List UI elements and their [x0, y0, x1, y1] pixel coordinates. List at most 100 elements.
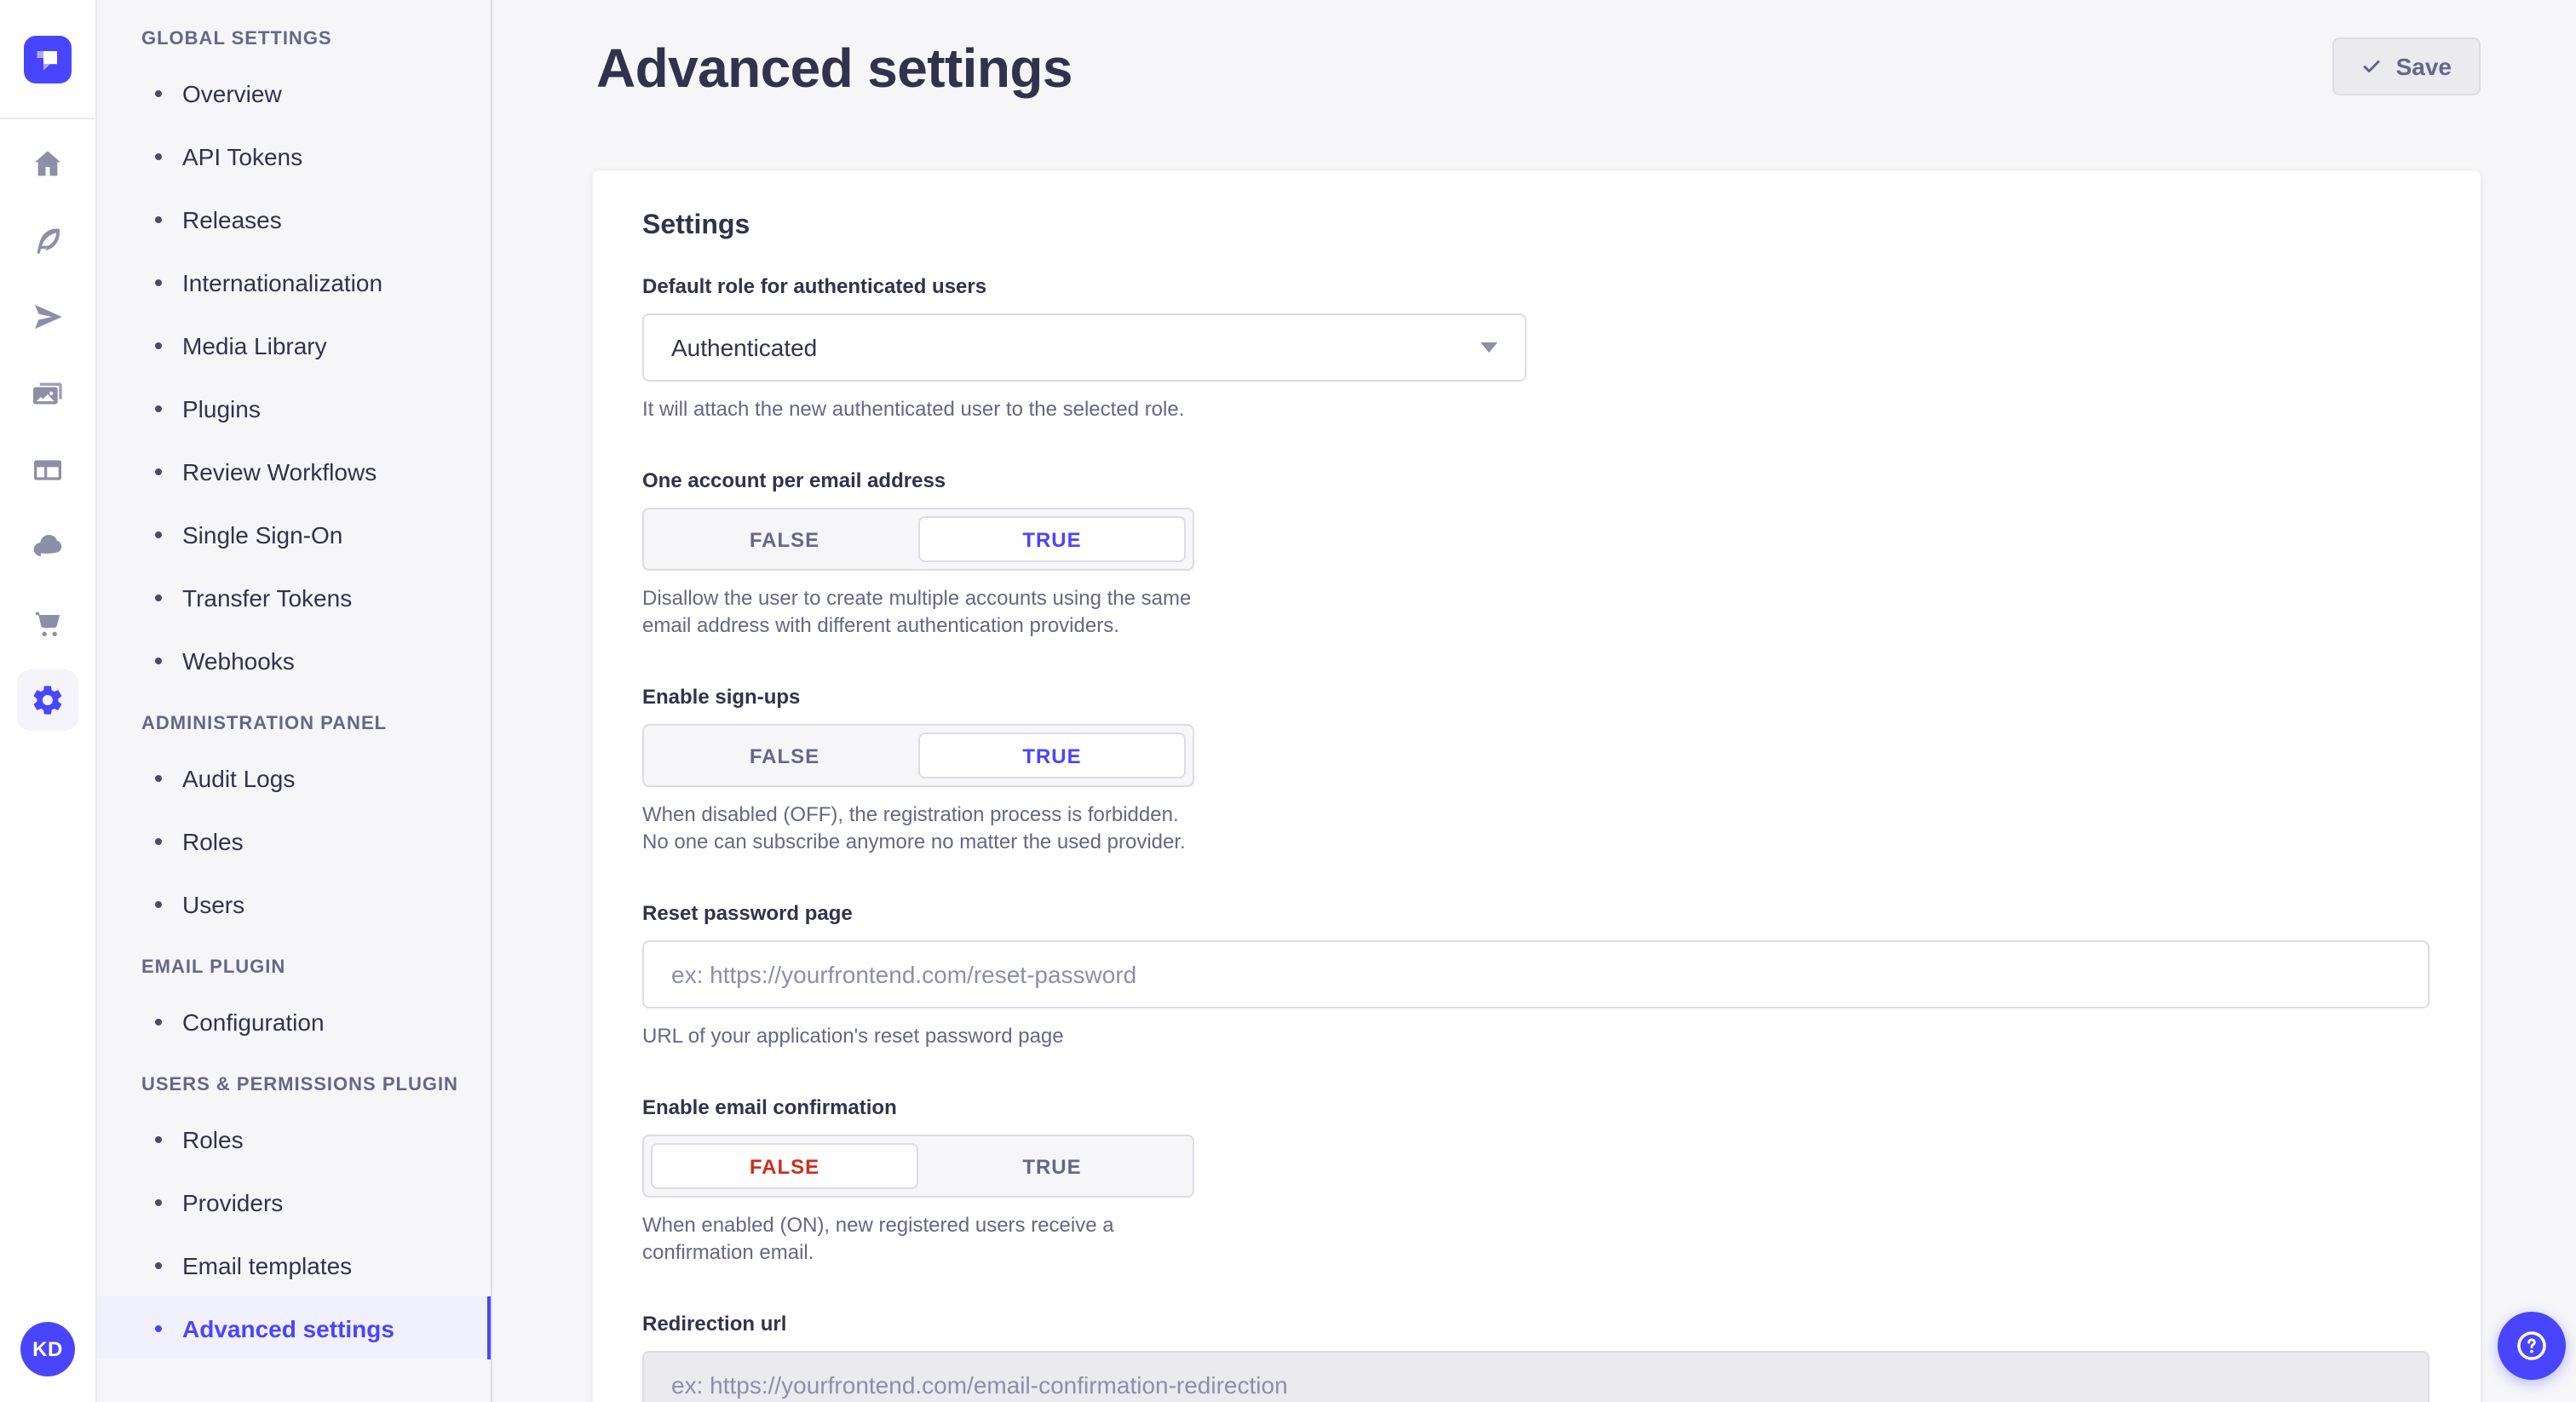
- bullet-icon: [155, 468, 162, 474]
- sidebar-item-label: Webhooks: [182, 646, 295, 674]
- bullet-icon: [155, 1135, 162, 1142]
- sidebar-item-label: Email templates: [182, 1251, 352, 1278]
- settings-heading: Settings: [642, 211, 2429, 242]
- sidebar-item-label: Configuration: [182, 1008, 325, 1035]
- sidebar-item-label: Roles: [182, 827, 244, 854]
- bullet-icon: [155, 774, 162, 781]
- sidebar-item-email-templates[interactable]: Email templates: [97, 1233, 491, 1296]
- enable-signups-toggle: FALSE TRUE: [642, 724, 1194, 787]
- sidebar-item-plugins[interactable]: Plugins: [97, 376, 491, 440]
- field-hint: When enabled (ON), new registered users …: [642, 1211, 1205, 1266]
- page-header: Advanced settings Save: [492, 0, 2576, 102]
- shopping-cart-icon[interactable]: [17, 593, 78, 654]
- toggle-false-option[interactable]: FALSE: [651, 1143, 918, 1189]
- sidebar-item-releases[interactable]: Releases: [97, 187, 491, 250]
- sidebar-item-providers[interactable]: Providers: [97, 1170, 491, 1233]
- user-avatar[interactable]: KD: [20, 1322, 75, 1376]
- field-label: One account per email address: [642, 467, 1205, 494]
- field-redirection-url: Redirection url: [642, 1310, 2429, 1402]
- sidebar-item-single-sign-on[interactable]: Single Sign-On: [97, 503, 491, 566]
- sidebar-item-review-workflows[interactable]: Review Workflows: [97, 440, 491, 503]
- bullet-icon: [155, 1261, 162, 1268]
- bullet-icon: [155, 900, 162, 907]
- paper-plane-icon[interactable]: [17, 286, 78, 348]
- field-hint: It will attach the new authenticated use…: [642, 395, 2429, 422]
- field-hint: Disallow the user to create multiple acc…: [642, 584, 1205, 639]
- toggle-true-option[interactable]: TRUE: [918, 516, 1186, 562]
- layout-icon[interactable]: [17, 440, 78, 501]
- field-one-account: One account per email address FALSE TRUE…: [642, 467, 1205, 639]
- chevron-down-icon: [1481, 342, 1498, 353]
- sidebar-item-webhooks[interactable]: Webhooks: [97, 629, 491, 692]
- sidebar-item-label: Users: [182, 890, 244, 917]
- sidebar-item-audit-logs[interactable]: Audit Logs: [97, 746, 491, 809]
- bullet-icon: [155, 1324, 162, 1331]
- sidebar-item-roles[interactable]: Roles: [97, 1107, 491, 1170]
- toggle-true-option[interactable]: TRUE: [918, 733, 1186, 779]
- check-icon: [2362, 56, 2383, 77]
- sidebar-item-label: Releases: [182, 205, 282, 233]
- sidebar-item-internationalization[interactable]: Internationalization: [97, 250, 491, 313]
- sidebar-item-label: Review Workflows: [182, 457, 377, 485]
- field-hint: URL of your application's reset password…: [642, 1022, 2429, 1049]
- email-confirmation-toggle: FALSE TRUE: [642, 1135, 1194, 1198]
- sidebar-item-label: Media Library: [182, 331, 327, 359]
- home-icon[interactable]: [17, 133, 78, 194]
- sidebar-section-title: GLOBAL SETTINGS: [141, 29, 491, 49]
- cloud-icon[interactable]: [17, 516, 78, 577]
- sidebar-item-label: Single Sign-On: [182, 520, 342, 548]
- save-button[interactable]: Save: [2333, 37, 2481, 95]
- reset-password-input[interactable]: [642, 940, 2429, 1008]
- sidebar-item-users[interactable]: Users: [97, 872, 491, 935]
- toggle-true-option[interactable]: TRUE: [918, 1143, 1186, 1189]
- default-role-select[interactable]: Authenticated: [642, 313, 1527, 382]
- sidebar-section-title: USERS & PERMISSIONS PLUGIN: [141, 1075, 491, 1095]
- sub-nav-sections: GLOBAL SETTINGS Overview API Tokens Release…: [97, 29, 491, 1359]
- field-label: Default role for authenticated users: [642, 273, 2429, 300]
- help-button[interactable]: [2498, 1312, 2566, 1380]
- bullet-icon: [155, 152, 162, 159]
- sidebar-item-transfer-tokens[interactable]: Transfer Tokens: [97, 566, 491, 629]
- select-value: Authenticated: [671, 334, 817, 361]
- settings-card: Settings Default role for authenticated …: [593, 170, 2481, 1402]
- main-content: Advanced settings Save Settings Default …: [492, 0, 2576, 1402]
- bullet-icon: [155, 1198, 162, 1205]
- field-label: Redirection url: [642, 1310, 2429, 1337]
- field-enable-signups: Enable sign-ups FALSE TRUE When disabled…: [642, 683, 1205, 855]
- feather-icon[interactable]: [17, 210, 78, 271]
- page-title: Advanced settings: [596, 34, 1072, 102]
- sidebar-item-label: Internationalization: [182, 268, 382, 296]
- field-label: Reset password page: [642, 899, 2429, 927]
- main-nav-icons: [17, 133, 78, 731]
- sidebar-item-roles[interactable]: Roles: [97, 809, 491, 872]
- save-button-label: Save: [2396, 53, 2452, 80]
- sidebar-item-label: Overview: [182, 79, 282, 106]
- sidebar-item-advanced-settings[interactable]: Advanced settings: [97, 1296, 491, 1359]
- sidebar-section-title: EMAIL PLUGIN: [141, 957, 491, 978]
- bullet-icon: [155, 594, 162, 600]
- sidebar-item-media-library[interactable]: Media Library: [97, 313, 491, 376]
- sidebar-item-api-tokens[interactable]: API Tokens: [97, 124, 491, 187]
- rail-bottom: KD: [20, 1322, 75, 1402]
- bullet-icon: [155, 1018, 162, 1025]
- sidebar-item-label: Plugins: [182, 394, 261, 422]
- field-default-role: Default role for authenticated users Aut…: [642, 273, 2429, 422]
- toggle-false-option[interactable]: FALSE: [651, 516, 918, 562]
- sidebar-item-label: Roles: [182, 1125, 244, 1152]
- sub-nav: GLOBAL SETTINGS Overview API Tokens Release…: [97, 0, 492, 1402]
- media-library-icon[interactable]: [17, 363, 78, 424]
- sidebar-item-configuration[interactable]: Configuration: [97, 990, 491, 1053]
- sidebar-item-label: Audit Logs: [182, 764, 295, 791]
- field-email-confirmation: Enable email confirmation FALSE TRUE Whe…: [642, 1094, 1205, 1266]
- field-label: Enable email confirmation: [642, 1094, 1205, 1121]
- sidebar-item-label: API Tokens: [182, 142, 302, 170]
- question-mark-icon: [2513, 1327, 2550, 1365]
- field-reset-password: Reset password page URL of your applicat…: [642, 899, 2429, 1049]
- redirection-url-input: [642, 1351, 2429, 1402]
- toggle-false-option[interactable]: FALSE: [651, 733, 918, 779]
- bullet-icon: [155, 657, 162, 664]
- gear-icon[interactable]: [17, 669, 78, 731]
- app-window: KD GLOBAL SETTINGS Overview API Tokens Rele…: [0, 0, 2576, 1402]
- sidebar-item-overview[interactable]: Overview: [97, 61, 491, 124]
- bullet-icon: [155, 531, 162, 537]
